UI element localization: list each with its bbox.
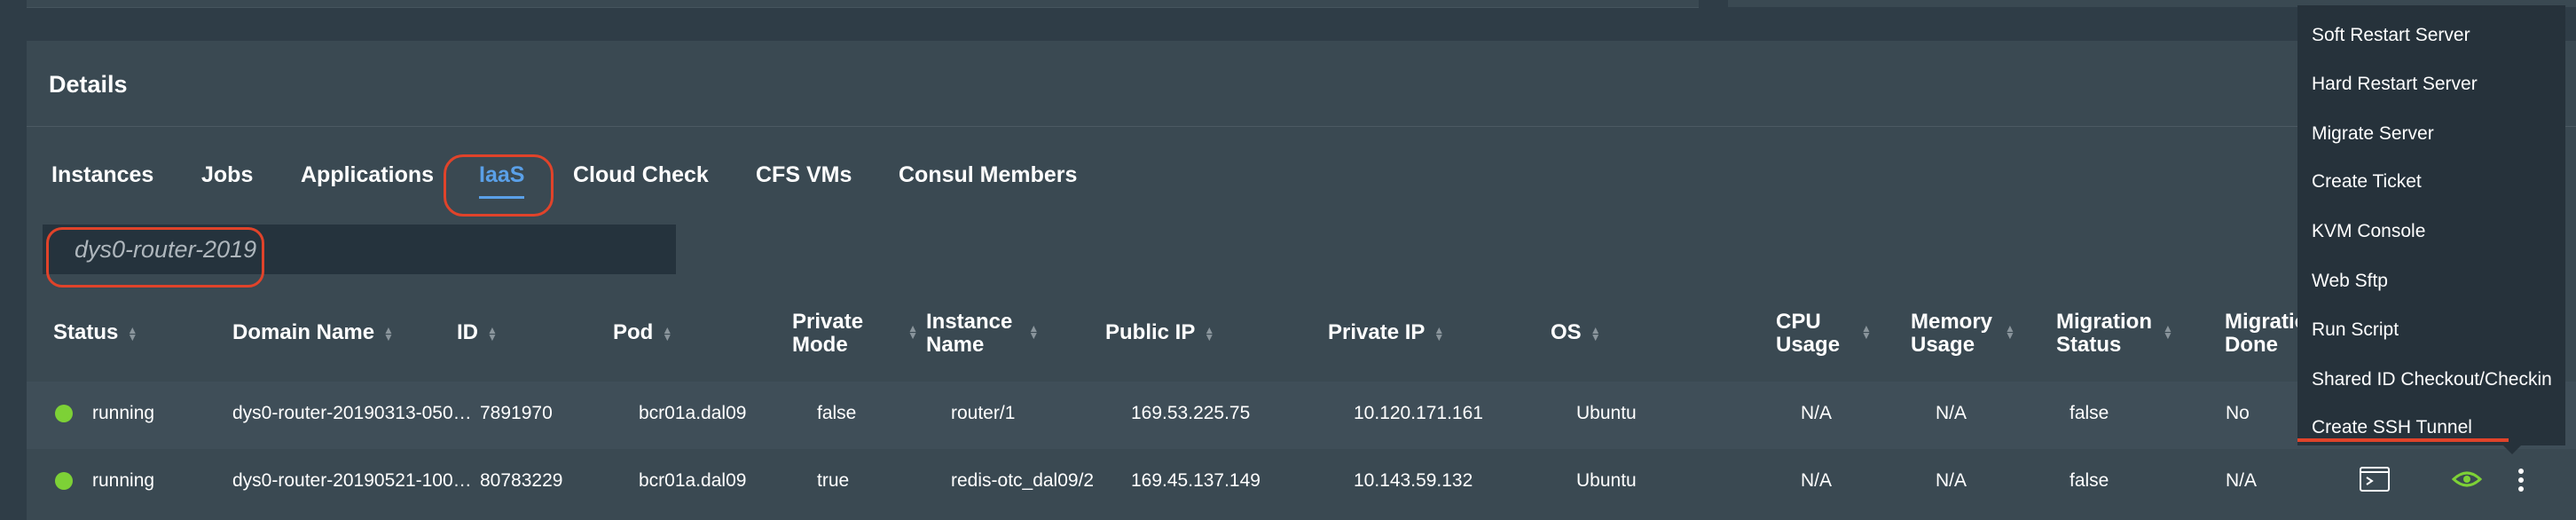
top-panel-left (27, 0, 1699, 8)
cell-memory: N/A (1936, 403, 1967, 423)
terminal-icon[interactable] (2360, 467, 2390, 492)
col-private-ip[interactable]: Private IP ▲ ▼ (1328, 321, 1444, 344)
cell-private-mode: true (817, 470, 850, 491)
sort-icon: ▲ ▼ (1861, 322, 1872, 342)
sort-icon: ▲ ▼ (487, 323, 498, 343)
col-private-mode[interactable]: Private Mode▲ ▼ (792, 311, 918, 357)
sort-icon: ▲ ▼ (1204, 323, 1215, 343)
sort-icon: ▲ ▼ (383, 323, 394, 343)
tab-cfs-vms[interactable]: CFS VMs (756, 162, 852, 188)
panel-title: Details (49, 71, 128, 98)
cell-memory: N/A (1936, 470, 1967, 491)
sort-icon: ▲ ▼ (2005, 322, 2015, 342)
cell-instance-name: redis-otc_dal09/2 (951, 470, 1095, 491)
col-os[interactable]: OS ▲ ▼ (1551, 321, 1601, 344)
cell-pod: bcr01a.dal09 (639, 403, 747, 423)
cell-public-ip: 169.53.225.75 (1131, 403, 1251, 423)
tab-instances[interactable]: Instances (51, 162, 153, 188)
cell-status: running (92, 470, 155, 491)
col-id[interactable]: ID ▲ ▼ (457, 321, 498, 344)
menu-item-kvm-console[interactable]: KVM Console (2312, 221, 2425, 242)
tab-cloud-check[interactable]: Cloud Check (573, 162, 709, 188)
menu-item-hard-restart[interactable]: Hard Restart Server (2312, 74, 2478, 95)
col-pod[interactable]: Pod ▲ ▼ (613, 321, 672, 344)
col-public-ip[interactable]: Public IP ▲ ▼ (1105, 321, 1214, 344)
sort-icon: ▲ ▼ (1433, 323, 1445, 343)
divider (27, 126, 2576, 127)
status-indicator (55, 405, 73, 422)
col-status[interactable]: Status ▲ ▼ (53, 321, 137, 344)
cell-os: Ubuntu (1576, 470, 1637, 491)
sort-icon: ▲ ▼ (1028, 322, 1040, 342)
status-indicator (55, 472, 73, 490)
cell-private-ip: 10.143.59.132 (1354, 470, 1473, 491)
cell-cpu: N/A (1801, 470, 1833, 491)
cell-private-ip: 10.120.171.161 (1354, 403, 1483, 423)
col-memory-usage[interactable]: Memory Usage▲ ▼ (1911, 311, 2015, 357)
table-row[interactable]: running dys0-router-20190521-100… 807832… (27, 449, 2576, 520)
sort-icon: ▲ ▼ (1590, 323, 1601, 343)
cell-id: 80783229 (480, 470, 563, 491)
overflow-menu-icon[interactable] (2516, 467, 2526, 493)
sort-icon: ▲ ▼ (2163, 322, 2173, 342)
menu-item-create-ssh-tunnel[interactable]: Create SSH Tunnel (2312, 417, 2472, 438)
cell-migration-done: N/A (2226, 470, 2258, 491)
cell-cpu: N/A (1801, 403, 1833, 423)
annotation-circle-search (46, 227, 264, 288)
cell-migration-status: false (2069, 403, 2109, 423)
cell-id: 7891970 (480, 403, 553, 423)
cell-domain[interactable]: dys0-router-20190313-050… (232, 403, 472, 424)
col-migration-done[interactable]: Migration Done (2225, 311, 2297, 357)
cell-private-mode: false (817, 403, 857, 423)
col-domain-name[interactable]: Domain Name ▲ ▼ (232, 321, 394, 344)
cell-os: Ubuntu (1576, 403, 1637, 423)
cell-public-ip: 169.45.137.149 (1131, 470, 1261, 491)
table-row[interactable]: running dys0-router-20190313-050… 789197… (27, 382, 2576, 449)
tab-applications[interactable]: Applications (301, 162, 434, 188)
sort-icon: ▲ ▼ (127, 323, 138, 343)
menu-item-shared-id-checkout[interactable]: Shared ID Checkout/Checkin (2312, 369, 2552, 390)
cell-instance-name: router/1 (951, 403, 1016, 423)
sort-icon: ▲ ▼ (907, 322, 918, 342)
cell-migration-done: No (2226, 403, 2250, 423)
cell-domain[interactable]: dys0-router-20190521-100… (232, 470, 472, 492)
menu-item-migrate-server[interactable]: Migrate Server (2312, 123, 2434, 145)
col-cpu-usage[interactable]: CPU Usage▲ ▼ (1776, 311, 1872, 357)
sort-icon: ▲ ▼ (662, 323, 673, 343)
col-instance-name[interactable]: Instance Name▲ ▼ (926, 311, 1039, 357)
table-header: Status ▲ ▼ Domain Name ▲ ▼ ID ▲ ▼ Pod ▲ ▼ Privat… (27, 311, 2297, 382)
menu-item-create-ticket[interactable]: Create Ticket (2312, 171, 2422, 193)
tab-consul-members[interactable]: Consul Members (899, 162, 1077, 188)
menu-pointer (2501, 444, 2523, 454)
tab-jobs[interactable]: Jobs (201, 162, 253, 188)
overflow-menu: Soft Restart Server Hard Restart Server … (2297, 5, 2565, 445)
cell-migration-status: false (2069, 470, 2109, 491)
annotation-underline (2297, 438, 2509, 442)
col-migration-status[interactable]: Migration Status▲ ▼ (2056, 311, 2173, 357)
annotation-circle-tab (444, 154, 554, 217)
cell-status: running (92, 403, 155, 423)
cell-pod: bcr01a.dal09 (639, 470, 747, 491)
menu-item-run-script[interactable]: Run Script (2312, 319, 2399, 341)
eye-icon[interactable] (2451, 470, 2483, 488)
menu-item-soft-restart[interactable]: Soft Restart Server (2312, 25, 2470, 46)
menu-item-web-sftp[interactable]: Web Sftp (2312, 271, 2388, 292)
